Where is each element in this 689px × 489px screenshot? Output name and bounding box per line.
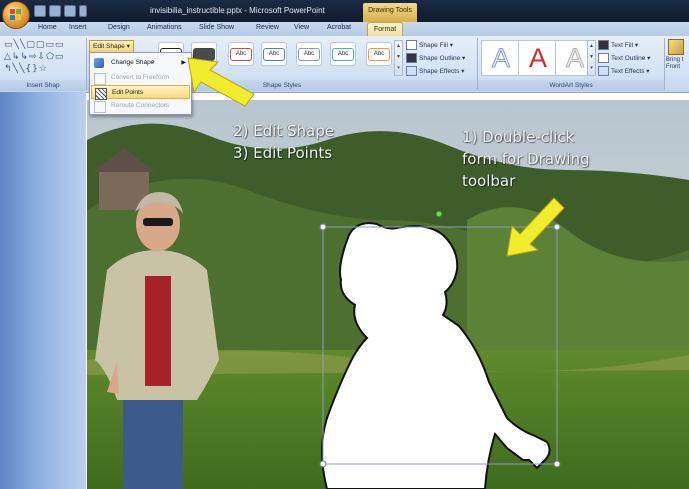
annotation-steps-2-3: 2) Edit Shape 3) Edit Points bbox=[233, 120, 334, 164]
freeform-icon bbox=[94, 73, 106, 85]
menu-item-label: Reroute Connectors bbox=[111, 102, 170, 109]
style-sample-text: Abc bbox=[298, 48, 320, 61]
text-outline-label: Text Outline bbox=[611, 55, 646, 62]
shape-style-3[interactable]: Abc bbox=[228, 42, 254, 66]
bring-to-front-label-1: Bring t bbox=[666, 57, 684, 63]
style-sample-text: Abc bbox=[332, 48, 354, 61]
shape-outline-button[interactable]: Shape Outline ▾ bbox=[406, 53, 465, 64]
text-fill-label: Text Fill bbox=[611, 42, 634, 49]
bring-to-front-button[interactable]: Bring t Front bbox=[666, 38, 689, 78]
ribbon-separator bbox=[664, 38, 665, 90]
background-photo bbox=[87, 100, 689, 489]
annotation-step-1: 1) Double-click form for Drawing toolbar bbox=[462, 126, 590, 192]
bring-to-front-label-2: Front bbox=[666, 64, 681, 70]
style-sample-text: Abc bbox=[263, 48, 285, 61]
window-title: invisibilia_instructible.pptx - Microsof… bbox=[150, 6, 325, 15]
tab-acrobat[interactable]: Acrobat bbox=[327, 24, 351, 31]
bring-to-front-icon bbox=[668, 39, 684, 55]
tab-view[interactable]: View bbox=[294, 24, 309, 31]
save-icon[interactable] bbox=[34, 5, 46, 17]
shape-style-4[interactable]: Abc bbox=[261, 42, 287, 66]
quick-access-toolbar bbox=[30, 5, 87, 17]
annotation-line: toolbar bbox=[462, 172, 516, 190]
menu-item-label: Convert to Freeform bbox=[111, 74, 170, 81]
shape-outline-label: Shape Outline bbox=[419, 55, 461, 62]
edit-shape-menu: Change Shape ▶ Convert to Freeform Edit … bbox=[89, 52, 192, 115]
shape-style-6[interactable]: Abc bbox=[330, 42, 356, 66]
shape-effects-button[interactable]: Shape Effects ▾ bbox=[406, 66, 464, 77]
shape-style-7[interactable]: Abc bbox=[366, 42, 392, 66]
text-effects-button[interactable]: Text Effects ▾ bbox=[598, 66, 650, 77]
shape-effects-label: Shape Effects bbox=[419, 68, 460, 75]
tab-insert[interactable]: Insert bbox=[69, 24, 87, 31]
redo-icon[interactable] bbox=[64, 5, 76, 17]
shapes-gallery[interactable]: ▭╲╲▢▢▭▭ △↳↳⇨⇩⬠▭ ↰╲╲{}☆ bbox=[4, 39, 88, 75]
menu-item-convert-to-freeform[interactable]: Convert to Freeform bbox=[91, 71, 190, 85]
submenu-arrow-icon: ▶ bbox=[181, 60, 186, 66]
style-sample-text: Abc bbox=[368, 48, 390, 61]
undo-icon[interactable] bbox=[49, 5, 61, 17]
menu-item-edit-points[interactable]: Edit Points bbox=[91, 85, 190, 100]
tab-review[interactable]: Review bbox=[256, 24, 279, 31]
rotation-handle bbox=[435, 210, 443, 218]
powerpoint-window: invisibilia_instructible.pptx - Microsof… bbox=[0, 0, 689, 489]
tab-design[interactable]: Design bbox=[108, 24, 130, 31]
shape-fill-button[interactable]: Shape Fill ▾ bbox=[406, 40, 453, 51]
text-fill-button[interactable]: Text Fill ▾ bbox=[598, 40, 638, 51]
group-label-insert-shapes: Insert Shap bbox=[0, 80, 86, 91]
reroute-connectors-icon bbox=[94, 101, 106, 113]
menu-item-label: Change Shape bbox=[111, 59, 155, 66]
tab-slide-show[interactable]: Slide Show bbox=[199, 24, 234, 31]
text-effects-label: Text Effects bbox=[611, 68, 645, 75]
annotation-line: 1) Double-click bbox=[462, 128, 575, 146]
office-button[interactable] bbox=[2, 1, 30, 29]
group-label-wordart-styles: WordArt Styles bbox=[478, 80, 664, 91]
slide-canvas[interactable]: 2) Edit Shape 3) Edit Points 1) Double-c… bbox=[87, 100, 689, 489]
slides-pane[interactable] bbox=[0, 92, 86, 489]
office-logo-icon bbox=[10, 9, 22, 21]
paint-bucket-icon bbox=[406, 40, 417, 51]
text-fill-icon bbox=[598, 40, 609, 51]
ribbon-tabs: Home Insert Design Animations Slide Show… bbox=[0, 22, 689, 37]
annotation-line: 3) Edit Points bbox=[233, 144, 333, 162]
menu-item-change-shape[interactable]: Change Shape ▶ bbox=[91, 56, 190, 70]
menu-item-reroute-connectors[interactable]: Reroute Connectors bbox=[91, 99, 190, 113]
shape-style-5[interactable]: Abc bbox=[296, 42, 322, 66]
drawing-tools-contextual-label: Drawing Tools bbox=[363, 3, 417, 22]
tab-home[interactable]: Home bbox=[38, 24, 57, 31]
text-outline-button[interactable]: Text Outline ▾ bbox=[598, 53, 650, 64]
shape-style-2[interactable] bbox=[191, 42, 217, 66]
edit-shape-label: Edit Shape bbox=[93, 43, 125, 50]
text-effects-icon bbox=[598, 66, 609, 77]
qat-customize-icon[interactable] bbox=[79, 5, 87, 17]
wordart-style-2[interactable]: A bbox=[518, 40, 558, 76]
pen-outline-icon bbox=[406, 53, 417, 64]
shape-styles-scroll[interactable]: ▲ ▼ ▾ bbox=[394, 40, 403, 76]
annotation-line: form for Drawing bbox=[462, 150, 590, 168]
menu-item-label: Edit Points bbox=[112, 89, 144, 96]
shape-fill-label: Shape Fill bbox=[419, 42, 448, 49]
effects-icon bbox=[406, 66, 417, 77]
text-outline-icon bbox=[598, 53, 609, 64]
style-sample-text bbox=[193, 48, 215, 61]
annotation-line: 2) Edit Shape bbox=[233, 122, 334, 140]
wordart-scroll[interactable]: ▲ ▼ ▾ bbox=[587, 40, 596, 76]
wordart-style-1[interactable]: A bbox=[481, 40, 521, 76]
tab-format[interactable]: Format bbox=[367, 22, 404, 37]
change-shape-icon bbox=[94, 58, 104, 68]
style-sample-text: Abc bbox=[230, 48, 252, 61]
title-bar: invisibilia_instructible.pptx - Microsof… bbox=[0, 0, 689, 22]
tab-animations[interactable]: Animations bbox=[147, 24, 182, 31]
